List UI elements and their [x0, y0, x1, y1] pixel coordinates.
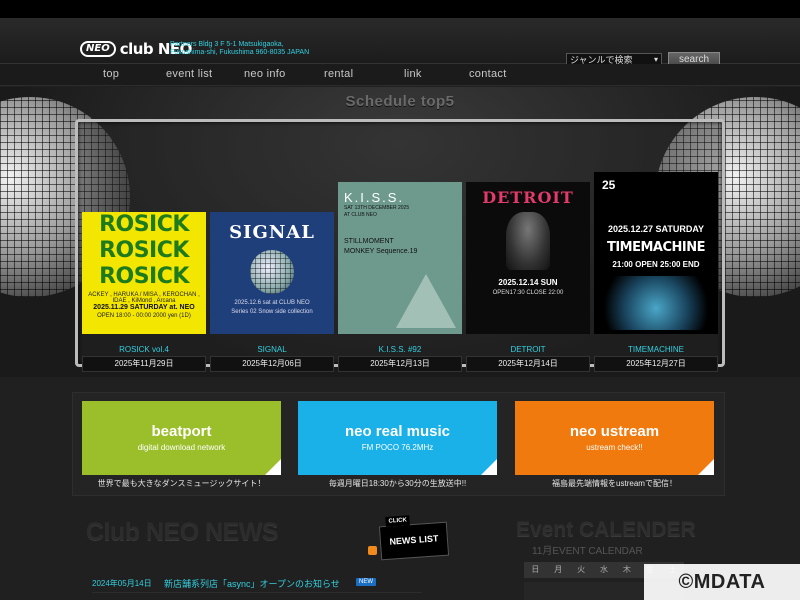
- poster-title: DETROIT: [482, 188, 574, 207]
- weekday-label: 火: [577, 565, 586, 574]
- schedule-stage: Schedule top5 ROSICK ROSICK ROSICK ACKEY…: [0, 87, 800, 377]
- nav-item-top[interactable]: top: [103, 68, 119, 80]
- poster-artist: STILLMOMENT: [344, 238, 394, 245]
- calendar-subtitle: 11月EVENT CALENDAR: [532, 546, 643, 557]
- event-date: 2025年12月13日: [338, 356, 462, 372]
- nav-item-contact[interactable]: contact: [469, 68, 507, 80]
- main-nav: top event list neo info rental link cont…: [0, 64, 800, 86]
- event-poster[interactable]: 25 2025.12.27 SATURDAY TIMEMACHINE 21:00…: [594, 172, 718, 334]
- page-curl-icon: [265, 459, 281, 475]
- event-poster[interactable]: ROSICK ROSICK ROSICK ACKEY , HARUKA / MI…: [82, 212, 206, 334]
- poster-artwork: [604, 276, 708, 330]
- banner-subtitle: digital download network: [137, 443, 226, 452]
- nav-item-event-list[interactable]: event list: [166, 68, 212, 80]
- poster-date: 2025.12.6 sat at CLUB NEO: [234, 300, 310, 306]
- banner-title: neo real music: [344, 423, 451, 440]
- poster-date: 2025.12.14 SUN: [498, 278, 558, 287]
- site-header: NEO club NEO Partners Bldg 3 F 5-1 Matsu…: [0, 18, 800, 68]
- poster-title: K.I.S.S.: [344, 190, 405, 205]
- poster-title: SIGNAL: [229, 222, 315, 243]
- top-bar: [0, 0, 800, 18]
- news-list-label: NEWS LIST: [389, 533, 439, 547]
- poster-date: 2025.11.29 SATURDAY at. NEO: [93, 304, 195, 311]
- logo-badge: NEO: [80, 41, 116, 57]
- event-date: 2025年11月29日: [82, 356, 206, 372]
- event-poster[interactable]: DETROIT 2025.12.14 SUN OPEN17:30 CLOSE 2…: [466, 182, 590, 334]
- poster-lineup: ACKEY , HARUKA / MISA , KEROCHAN , IDAE …: [88, 292, 200, 304]
- neo-real-music-banner[interactable]: neo real music FM POCO 76.2MHz: [298, 401, 497, 475]
- event-name[interactable]: SIGNAL: [210, 345, 334, 354]
- event-date: 2025年12月14日: [466, 356, 590, 372]
- event-poster[interactable]: SIGNAL 2025.12.6 sat at CLUB NEO Series …: [210, 212, 334, 334]
- calendar-heading: Event CALENDER: [516, 518, 696, 541]
- poster-venue: AT CLUB NEO: [344, 212, 377, 218]
- news-list-button[interactable]: CLICK NEWS LIST: [378, 515, 450, 561]
- weekday-label: 日: [531, 565, 540, 574]
- watermark: ©MDATA: [644, 564, 800, 600]
- poster-title-repeat: ROSICK: [99, 264, 189, 289]
- poster-title: TIMEMACHINE: [606, 240, 706, 255]
- banner-caption: 世界で最も大きなダンスミュージックサイト！: [97, 479, 266, 488]
- artist-photo: [506, 212, 550, 270]
- banner-caption: 毎週月曜日18:30から30分の生放送中!!: [328, 479, 467, 488]
- new-badge: NEW: [356, 578, 376, 586]
- banner-caption: 福島最先端情報をustreamで配信！: [552, 479, 677, 488]
- nav-item-rental[interactable]: rental: [324, 68, 353, 80]
- poster-badge: 25: [602, 178, 616, 192]
- triangle-graphic: [396, 274, 456, 328]
- page-root: NEO club NEO Partners Bldg 3 F 5-1 Matsu…: [0, 0, 800, 600]
- banner-subtitle: ustream check!!: [586, 443, 643, 452]
- poster-title-repeat: ROSICK: [99, 238, 189, 263]
- poster-open: OPEN17:30 CLOSE 22:00: [492, 290, 564, 296]
- banner-title: neo ustream: [569, 423, 660, 440]
- address-line: Fukushima-shi, Fukushima 960-8035 JAPAN: [170, 49, 310, 56]
- schedule-frame: ROSICK ROSICK ROSICK ACKEY , HARUKA / MI…: [75, 119, 725, 372]
- nav-item-link[interactable]: link: [404, 68, 422, 80]
- poster-date: SAT 13TH DECEMBER 2025: [344, 205, 410, 211]
- poster-artist: MONKEY Sequence.19: [344, 248, 418, 255]
- event-date: 2025年12月27日: [594, 356, 718, 372]
- poster-date: 2025.12.27 SATURDAY: [607, 224, 705, 234]
- address-line: Partners Bldg 3 F 5-1 Matsukigaoka,: [170, 41, 284, 48]
- weekday-label: 月: [554, 565, 563, 574]
- news-heading: Club NEO NEWS: [86, 518, 279, 546]
- poster-open: OPEN 18:00 - 00:00 2000 yen (1D): [97, 313, 191, 319]
- beatport-banner[interactable]: beatport digital download network: [82, 401, 281, 475]
- event-poster[interactable]: K.I.S.S. SAT 13TH DECEMBER 2025 AT CLUB …: [338, 182, 462, 334]
- event-name[interactable]: TIMEMACHINE: [594, 345, 718, 354]
- poster-subtitle: Series 02 Snow side collection: [231, 309, 313, 315]
- event-date: 2025年12月06日: [210, 356, 334, 372]
- poster-open: 21:00 OPEN 25:00 END: [612, 260, 700, 269]
- neo-ustream-banner[interactable]: neo ustream ustream check!!: [515, 401, 714, 475]
- rss-icon[interactable]: [368, 546, 377, 555]
- weekday-label: 木: [622, 565, 631, 574]
- nav-item-neo-info[interactable]: neo info: [244, 68, 286, 80]
- event-name[interactable]: ROSICK vol.4: [82, 345, 206, 354]
- address: Partners Bldg 3 F 5-1 Matsukigaoka, Fuku…: [170, 41, 370, 57]
- divider: [92, 592, 422, 593]
- click-label: CLICK: [385, 515, 411, 527]
- news-link[interactable]: 新店舗系列店「async」オープンのお知らせ: [164, 577, 340, 590]
- weekday-label: 水: [600, 565, 608, 574]
- disco-ball-icon: [250, 250, 294, 294]
- event-name[interactable]: DETROIT: [466, 345, 590, 354]
- poster-title: ROSICK: [99, 212, 189, 237]
- banner-title: beatport: [151, 423, 212, 440]
- event-name[interactable]: K.I.S.S. #92: [338, 345, 462, 354]
- schedule-title: Schedule top5: [345, 93, 455, 110]
- page-curl-icon: [698, 459, 714, 475]
- news-date: 2024年05月14日: [92, 579, 152, 588]
- banner-strip: beatport digital download network 世界で最も大…: [72, 392, 725, 496]
- page-curl-icon: [481, 459, 497, 475]
- banner-subtitle: FM POCO 76.2MHz: [361, 443, 434, 452]
